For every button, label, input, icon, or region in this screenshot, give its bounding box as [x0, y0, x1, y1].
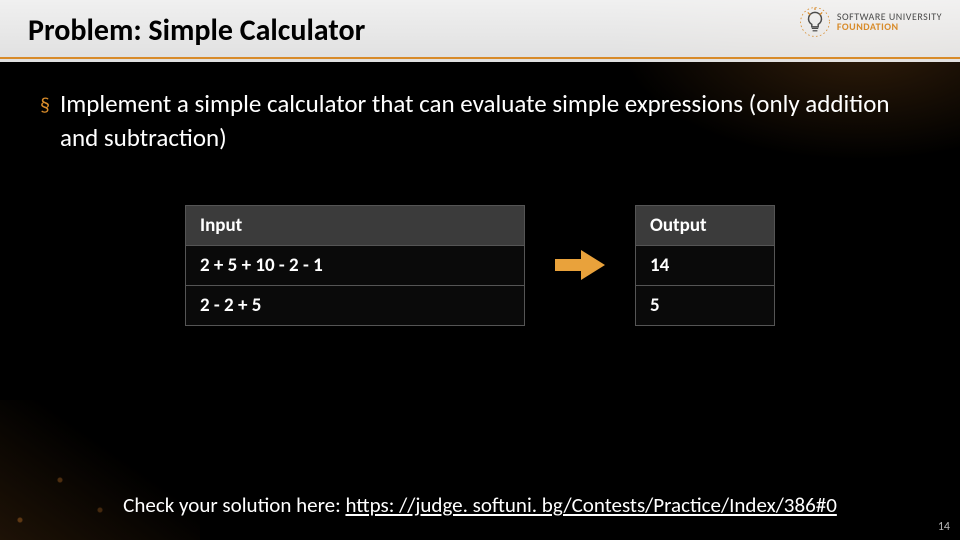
table-row: 2 - 2 + 5 [186, 285, 525, 325]
output-table: Output 14 5 [635, 205, 775, 326]
output-cell: 14 [636, 245, 775, 285]
arrow-icon [553, 248, 607, 282]
table-row: 2 + 5 + 10 - 2 - 1 [186, 245, 525, 285]
background-circuit [0, 400, 200, 540]
table-row: 14 [636, 245, 775, 285]
input-table: Input 2 + 5 + 10 - 2 - 1 2 - 2 + 5 [185, 205, 525, 326]
slide-header: Problem: Simple Calculator SOFTWARE UNIV… [0, 0, 960, 59]
input-cell: 2 - 2 + 5 [186, 285, 525, 325]
slide-content: § Implement a simple calculator that can… [0, 59, 960, 326]
solution-link[interactable]: https: //judge. softuni. bg/Contests/Pra… [345, 492, 836, 518]
lightbulb-icon [799, 6, 831, 38]
slide-title: Problem: Simple Calculator [28, 12, 932, 49]
bullet-text: Implement a simple calculator that can e… [60, 87, 920, 155]
footer: Check your solution here: https: //judge… [0, 492, 960, 518]
logo: SOFTWARE UNIVERSITY FOUNDATION [799, 6, 942, 38]
bullet-icon: § [40, 93, 50, 120]
example-table-area: Input 2 + 5 + 10 - 2 - 1 2 - 2 + 5 Outpu… [40, 205, 920, 326]
bullet-item: § Implement a simple calculator that can… [40, 87, 920, 155]
output-cell: 5 [636, 285, 775, 325]
page-number: 14 [938, 520, 950, 534]
input-header: Input [186, 205, 525, 245]
logo-text: SOFTWARE UNIVERSITY FOUNDATION [837, 12, 942, 33]
table-row: 5 [636, 285, 775, 325]
output-header: Output [636, 205, 775, 245]
input-cell: 2 + 5 + 10 - 2 - 1 [186, 245, 525, 285]
logo-line2: FOUNDATION [837, 22, 942, 33]
footer-prefix: Check your solution here: [123, 492, 345, 518]
